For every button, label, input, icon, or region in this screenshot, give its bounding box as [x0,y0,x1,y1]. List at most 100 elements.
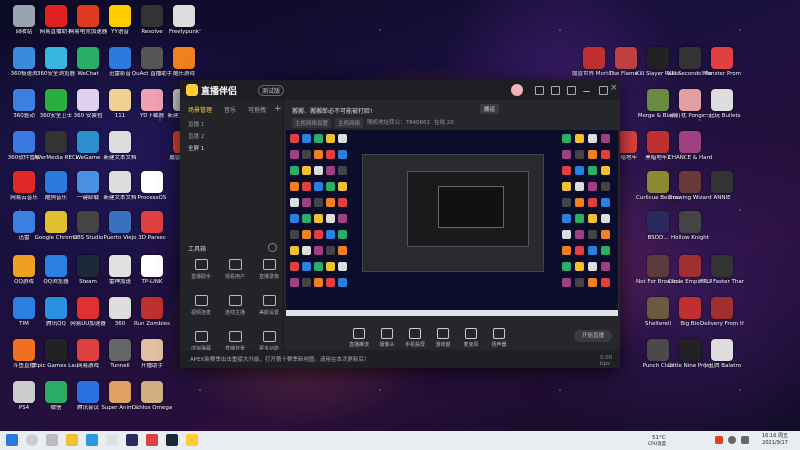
room-info-item[interactable]: 主机网络 [335,118,364,128]
desktop-shortcut[interactable]: ANNIE [702,168,742,208]
control-button[interactable]: 摄像头 [372,328,402,348]
tab-music[interactable]: 音乐 [224,105,236,114]
live-app-taskbar-icon[interactable] [186,434,198,446]
toolbox-item[interactable]: 直播助手 [184,256,218,284]
app-shortcut-icon [141,211,163,233]
preview-mini-icon [302,166,311,175]
toolbox-item[interactable]: 美颜设置 [252,292,286,320]
app-icon[interactable] [126,434,138,446]
preview-mini-icon [601,262,610,271]
desktop-shortcut[interactable]: Run Zombies [132,294,172,334]
tray-icon[interactable] [715,436,723,444]
app-shortcut-icon [45,381,67,403]
settings-icon[interactable] [551,86,560,95]
preview-mini-icon [338,246,347,255]
taskbar: 51°C CPU温度 16:16 周五 2021/9/17 [0,431,800,450]
control-button[interactable]: 游戏窗 [428,328,458,348]
app-shortcut-icon [13,339,35,361]
stream-preview[interactable] [286,130,618,316]
scene-item[interactable]: 全屏 1 [188,144,204,152]
steam-icon[interactable] [166,434,178,446]
preview-mini-icon [562,214,571,223]
control-icon [465,328,477,339]
control-button[interactable]: 扬声器 [484,328,514,348]
app-shortcut-icon [45,255,67,277]
app-shortcut-icon [647,339,669,361]
network-icon[interactable] [728,436,736,444]
preview-mini-icon [326,214,335,223]
volume-icon[interactable] [741,436,749,444]
desktop-shortcut[interactable]: ProcessOS [132,168,172,208]
desktop-shortcut[interactable]: Freelypunk [164,2,204,42]
tool-label: 视频连麦 [190,310,211,316]
desktop-shortcut[interactable]: 小丑牌 Balatro [702,336,742,376]
preview-mini-icon [562,150,571,159]
sidebar: 场景管理 音乐 可拖拽 + 直播 1 直播 2 全屏 1 工具箱 直播助手 观看用… [180,100,284,368]
toolbox-item[interactable]: 观看用户 [218,256,252,284]
desktop-shortcut[interactable]: Hollow Knight [670,208,710,248]
control-button[interactable]: 麦克风 [456,328,486,348]
menu-icon[interactable] [567,86,576,95]
control-button[interactable]: 手机投屏 [400,328,430,348]
minimize-icon[interactable] [583,88,590,92]
version-badge[interactable]: 测试版 [258,85,285,96]
preview-mini-icon [562,134,571,143]
tool-label: 美颜设置 [258,310,279,316]
desktop-shortcut[interactable]: Őkhlos Omega [132,378,172,418]
tab-draggable[interactable]: 可拖拽 [248,105,266,114]
tab-scenes[interactable]: 场景管理 [188,105,212,114]
start-live-button[interactable]: 开始直播 [574,330,612,342]
desktop-shortcut[interactable]: FTL: Faster Than Light [700,252,744,292]
desktop-shortcut[interactable]: 酷乐游戏 [164,44,204,84]
app-shortcut-icon [711,47,733,69]
preview-mini-icon [562,166,571,175]
add-scene-icon[interactable]: + [274,104,282,114]
user-avatar[interactable] [511,84,523,96]
preview-mini-icon [302,182,311,191]
notice-button[interactable]: 搬运 [480,104,500,114]
app-shortcut-icon [13,297,35,319]
maximize-icon[interactable] [599,86,608,95]
desktop-shortcut[interactable]: 新建文本文档 [100,128,140,168]
preview-nested-window-3 [438,186,504,228]
room-info-item[interactable]: 主机网络设置 [292,118,332,128]
desktop-shortcut[interactable]: 3D Parsec [132,208,172,248]
preview-mini-icon [601,198,610,207]
preview-mini-icon [314,134,323,143]
app-shortcut-icon [109,5,131,27]
desktop-shortcut[interactable]: Delivery From the Pain [700,294,744,334]
desktop-shortcut[interactable]: Monster Prom [702,44,742,84]
shortcut-label: Monster Prom [702,71,742,77]
search-icon[interactable] [26,434,38,446]
preview-mini-icon [601,166,610,175]
toolbox-item[interactable]: 连线主播 [218,292,252,320]
desktop-shortcut[interactable]: 一起玩 Bullets [702,86,742,126]
preview-mini-icon [290,246,299,255]
control-label: 麦克风 [463,342,479,348]
close-icon[interactable]: × [610,83,618,93]
desktop-shortcut[interactable]: CHANCE & Hardness [668,128,712,168]
chrome-icon[interactable] [106,434,118,446]
preview-mini-icon [302,246,311,255]
app-icon[interactable] [146,434,158,446]
toolbox-item[interactable]: 视频连麦 [184,292,218,320]
toolbox-item[interactable]: 直播录像 [252,256,286,284]
control-button[interactable]: 直播推流 [344,328,374,348]
app-logo-icon [186,84,198,96]
scene-item[interactable]: 直播 2 [188,132,204,140]
message-icon[interactable] [535,86,544,95]
preview-mini-icon [588,262,597,271]
start-icon[interactable] [6,434,18,446]
desktop-shortcut[interactable]: TP-LINK [132,252,172,292]
system-clock[interactable]: 16:16 周五 2021/9/17 [762,433,788,447]
app-shortcut-icon [679,171,701,193]
edge-icon[interactable] [86,434,98,446]
app-shortcut-icon [77,255,99,277]
file-explorer-icon[interactable] [66,434,78,446]
toolbox-more-icon[interactable] [268,243,277,252]
app-shortcut-icon [13,47,35,69]
scene-item[interactable]: 直播 1 [188,120,204,128]
task-view-icon[interactable] [46,434,58,446]
desktop-shortcut[interactable]: 开播助手 [132,336,172,376]
preview-mini-icon [601,278,610,287]
